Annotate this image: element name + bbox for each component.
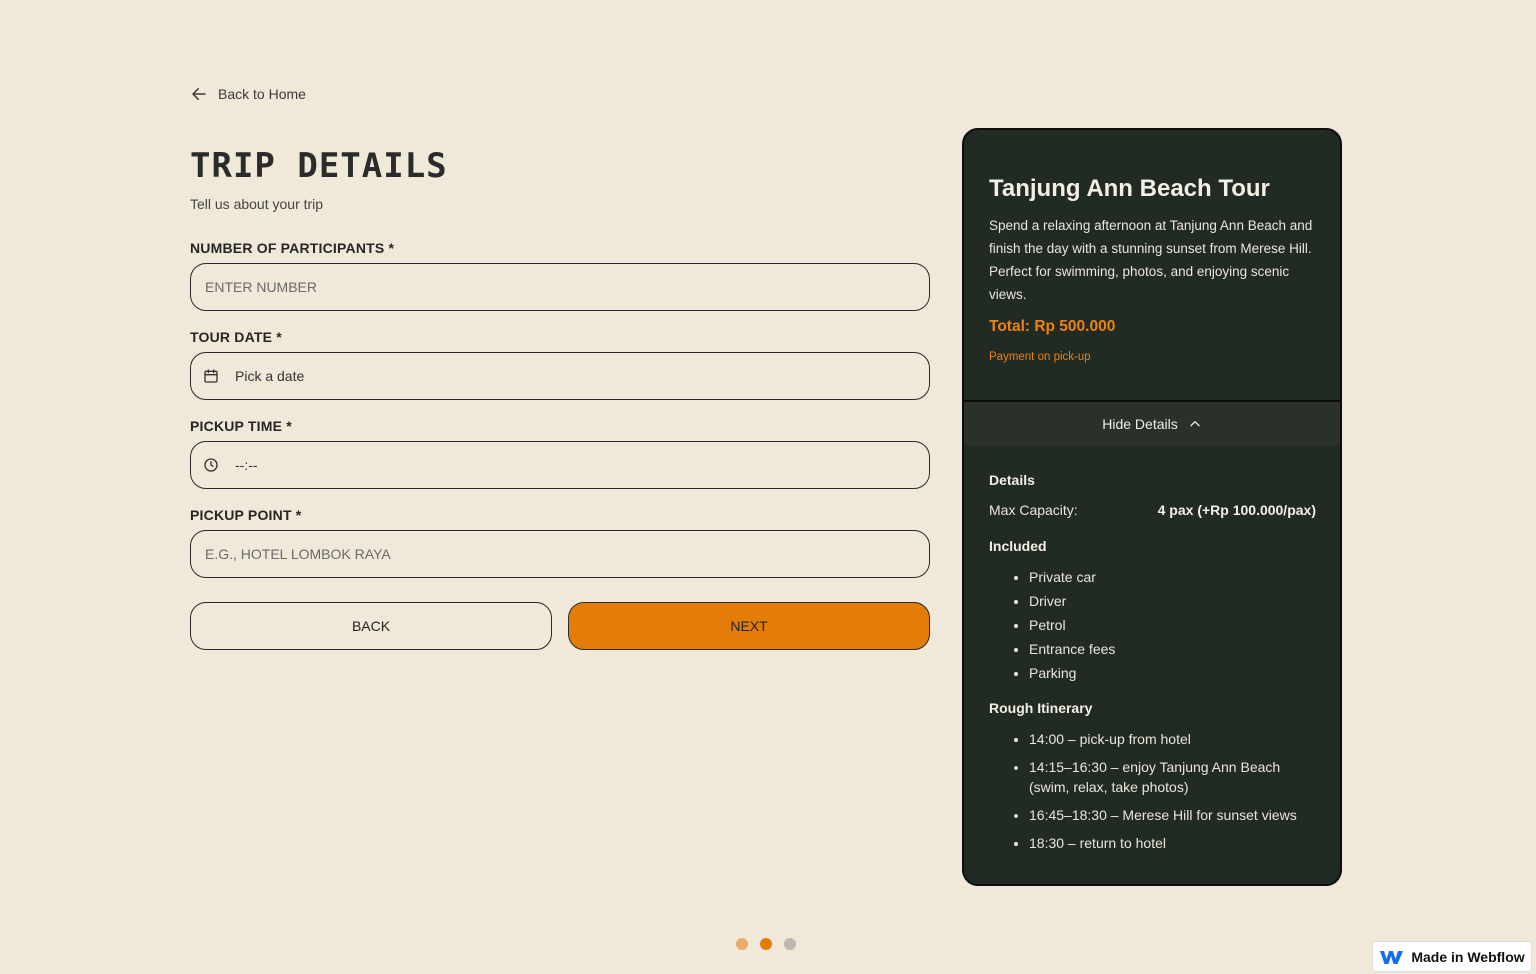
tour-date-picker[interactable]: Pick a date	[190, 352, 930, 400]
arrow-left-icon	[192, 88, 206, 100]
made-in-webflow-badge[interactable]: Made in Webflow	[1372, 941, 1532, 972]
next-button[interactable]: NEXT	[568, 602, 930, 650]
pickup-point-input[interactable]	[203, 545, 917, 563]
included-list: Private car Driver Petrol Entrance fees …	[1009, 565, 1319, 685]
included-heading: Included	[989, 538, 1047, 554]
max-capacity-value: 4 pax (+Rp 100.000/pax)	[1157, 502, 1316, 518]
hide-details-toggle[interactable]: Hide Details	[964, 402, 1340, 446]
hide-details-label: Hide Details	[1102, 416, 1178, 432]
tour-date-value: Pick a date	[235, 368, 305, 384]
pickup-time-input[interactable]: --:--	[190, 441, 930, 489]
list-item: 14:00 – pick-up from hotel	[1029, 729, 1319, 749]
pickup-time-value: --:--	[235, 457, 258, 473]
pickup-point-field[interactable]	[190, 530, 930, 578]
tour-summary-card: Tanjung Ann Beach Tour Spend a relaxing …	[962, 128, 1342, 886]
list-item: Petrol	[1029, 613, 1319, 637]
participants-label: NUMBER OF PARTICIPANTS *	[190, 240, 395, 256]
list-item: 18:30 – return to hotel	[1029, 833, 1319, 853]
list-item: Entrance fees	[1029, 637, 1319, 661]
step-indicator	[736, 938, 796, 950]
clock-icon	[204, 458, 218, 472]
tour-total-price: Total: Rp 500.000	[989, 318, 1116, 335]
step-dot[interactable]	[736, 938, 748, 950]
pickup-point-label: PICKUP POINT *	[190, 507, 302, 523]
chevron-up-icon	[1190, 421, 1200, 427]
itinerary-heading: Rough Itinerary	[989, 700, 1093, 716]
list-item: 16:45–18:30 – Merese Hill for sunset vie…	[1029, 805, 1319, 825]
step-dot[interactable]	[760, 938, 772, 950]
pickup-time-label: PICKUP TIME *	[190, 418, 292, 434]
list-item: Parking	[1029, 661, 1319, 685]
badge-label: Made in Webflow	[1411, 948, 1525, 965]
list-item: 14:15–16:30 – enjoy Tanjung Ann Beach (s…	[1029, 757, 1319, 797]
list-item: Private car	[1029, 565, 1319, 589]
itinerary-list: 14:00 – pick-up from hotel 14:15–16:30 –…	[1009, 729, 1319, 861]
back-button[interactable]: BACK	[190, 602, 552, 650]
participants-input[interactable]	[203, 278, 917, 296]
list-item: Driver	[1029, 589, 1319, 613]
webflow-logo-icon	[1380, 950, 1404, 964]
page-subtitle: Tell us about your trip	[190, 196, 324, 212]
payment-note: Payment on pick-up	[989, 351, 1091, 363]
tour-description: Spend a relaxing afternoon at Tanjung An…	[989, 218, 1313, 302]
tour-title: Tanjung Ann Beach Tour	[989, 175, 1270, 202]
max-capacity-label: Max Capacity:	[989, 502, 1078, 518]
back-to-home-link[interactable]: Back to Home	[190, 84, 306, 104]
tour-date-label: TOUR DATE *	[190, 329, 282, 345]
page-title: TRIP DETAILS	[190, 146, 448, 186]
participants-field[interactable]	[190, 263, 930, 311]
details-heading: Details	[989, 472, 1035, 488]
back-to-home-label: Back to Home	[218, 86, 306, 102]
step-dot[interactable]	[784, 938, 796, 950]
calendar-icon	[204, 369, 218, 383]
